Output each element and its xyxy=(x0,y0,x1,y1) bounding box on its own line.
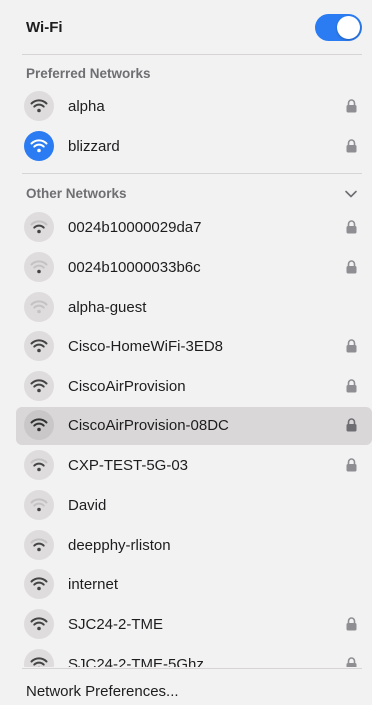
wifi-signal-icon xyxy=(24,292,54,322)
wifi-connected-icon xyxy=(24,131,54,161)
wifi-header: Wi-Fi xyxy=(0,0,372,56)
network-name: SJC24-2-TME xyxy=(68,616,164,633)
preferred-networks-label: Preferred Networks xyxy=(26,66,151,81)
lock-icon xyxy=(346,657,357,667)
wifi-signal-icon xyxy=(24,331,54,361)
divider xyxy=(22,54,362,55)
wifi-toggle[interactable] xyxy=(315,14,362,41)
network-name: SJC24-2-TME-5Ghz xyxy=(68,656,204,667)
network-row[interactable]: CXP-TEST-5G-03 xyxy=(16,447,372,485)
wifi-signal-icon xyxy=(24,569,54,599)
network-name: Cisco-HomeWiFi-3ED8 xyxy=(68,338,224,355)
wifi-signal-icon xyxy=(24,410,54,440)
wifi-signal-icon xyxy=(24,530,54,560)
network-row[interactable]: deepphy-rliston xyxy=(16,527,372,565)
network-row-blizzard[interactable]: blizzard xyxy=(16,128,372,166)
network-row[interactable]: David xyxy=(16,487,372,525)
wifi-signal-icon xyxy=(24,450,54,480)
toggle-knob xyxy=(337,16,360,39)
lock-icon xyxy=(346,339,357,353)
divider xyxy=(22,173,362,174)
network-name: 0024b10000033b6c xyxy=(68,259,201,276)
lock-icon xyxy=(346,379,357,393)
network-row[interactable]: 0024b10000033b6c xyxy=(16,249,372,287)
wifi-signal-icon xyxy=(24,371,54,401)
divider xyxy=(22,668,362,669)
network-row[interactable]: CiscoAirProvision xyxy=(16,368,372,406)
lock-icon xyxy=(346,139,357,153)
chevron-down-icon[interactable] xyxy=(344,187,358,201)
network-name: deepphy-rliston xyxy=(68,537,171,554)
lock-icon xyxy=(346,418,357,432)
network-row[interactable]: SJC24-2-TME-5Ghz xyxy=(16,646,372,667)
wifi-signal-icon xyxy=(24,649,54,667)
wifi-signal-icon xyxy=(24,91,54,121)
lock-icon xyxy=(346,99,357,113)
network-name: CiscoAirProvision xyxy=(68,378,186,395)
lock-icon xyxy=(346,260,357,274)
network-list-area: Wi-Fi Preferred Networks alpha blizzard … xyxy=(0,0,372,667)
wifi-title: Wi-Fi xyxy=(26,19,63,36)
lock-icon xyxy=(346,458,357,472)
other-networks-label: Other Networks xyxy=(26,186,127,201)
wifi-menu-panel: Wi-Fi Preferred Networks alpha blizzard … xyxy=(0,0,372,705)
network-row[interactable]: internet xyxy=(16,566,372,604)
network-name: CiscoAirProvision-08DC xyxy=(68,417,229,434)
network-name: David xyxy=(68,497,107,514)
lock-icon xyxy=(346,220,357,234)
network-row-alpha[interactable]: alpha xyxy=(16,88,372,126)
network-preferences-link[interactable]: Network Preferences... xyxy=(26,683,179,700)
network-name: 0024b10000029da7 xyxy=(68,219,202,236)
network-row[interactable]: SJC24-2-TME xyxy=(16,606,372,644)
network-row-selected[interactable]: CiscoAirProvision-08DC xyxy=(16,407,372,445)
wifi-signal-icon xyxy=(24,252,54,282)
network-name: alpha xyxy=(68,98,105,115)
network-name: blizzard xyxy=(68,138,120,155)
network-name: internet xyxy=(68,576,119,593)
network-row[interactable]: 0024b10000029da7 xyxy=(16,209,372,247)
lock-icon xyxy=(346,617,357,631)
wifi-signal-icon xyxy=(24,490,54,520)
network-name: CXP-TEST-5G-03 xyxy=(68,457,189,474)
wifi-signal-icon xyxy=(24,212,54,242)
network-row[interactable]: alpha-guest xyxy=(16,289,372,327)
wifi-signal-icon xyxy=(24,609,54,639)
network-row[interactable]: Cisco-HomeWiFi-3ED8 xyxy=(16,328,372,366)
network-name: alpha-guest xyxy=(68,299,147,316)
